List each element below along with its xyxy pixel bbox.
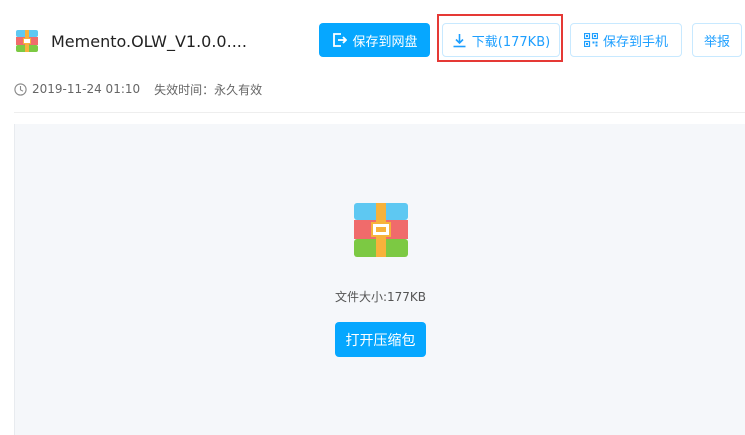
download-icon <box>452 33 467 48</box>
save-to-phone-label: 保存到手机 <box>602 34 668 50</box>
open-archive-button[interactable]: 打开压缩包 <box>335 322 426 357</box>
file-name: Memento.OLW_V1.0.0.... <box>51 32 247 51</box>
upload-timestamp: 2019-11-24 01:10 <box>32 82 141 96</box>
open-archive-label: 打开压缩包 <box>345 332 416 349</box>
save-to-netdisk-button[interactable]: 保存到网盘 <box>319 23 430 57</box>
qr-code-icon <box>583 33 598 47</box>
file-preview-panel: 文件大小:177KB 打开压缩包 <box>14 124 745 435</box>
file-header: Memento.OLW_V1.0.0.... 保存到网盘 下载(177KB) 保… <box>0 0 745 112</box>
clock-icon <box>14 82 27 96</box>
header-divider <box>14 112 745 113</box>
report-button[interactable]: 举报 <box>692 23 742 57</box>
report-label: 举报 <box>703 34 730 50</box>
zip-archive-icon <box>16 30 38 52</box>
download-button[interactable]: 下载(177KB) <box>442 23 560 57</box>
zip-archive-large-icon <box>354 203 408 257</box>
file-meta: 2019-11-24 01:10 失效时间：永久有效 <box>14 80 262 98</box>
save-to-netdisk-label: 保存到网盘 <box>352 34 418 50</box>
save-to-phone-button[interactable]: 保存到手机 <box>570 23 682 57</box>
download-label: 下载(177KB) <box>471 34 551 50</box>
expiry-info: 失效时间：永久有效 <box>154 82 263 97</box>
save-to-cloud-icon <box>331 32 348 48</box>
file-size-text: 文件大小:177KB <box>334 290 427 304</box>
